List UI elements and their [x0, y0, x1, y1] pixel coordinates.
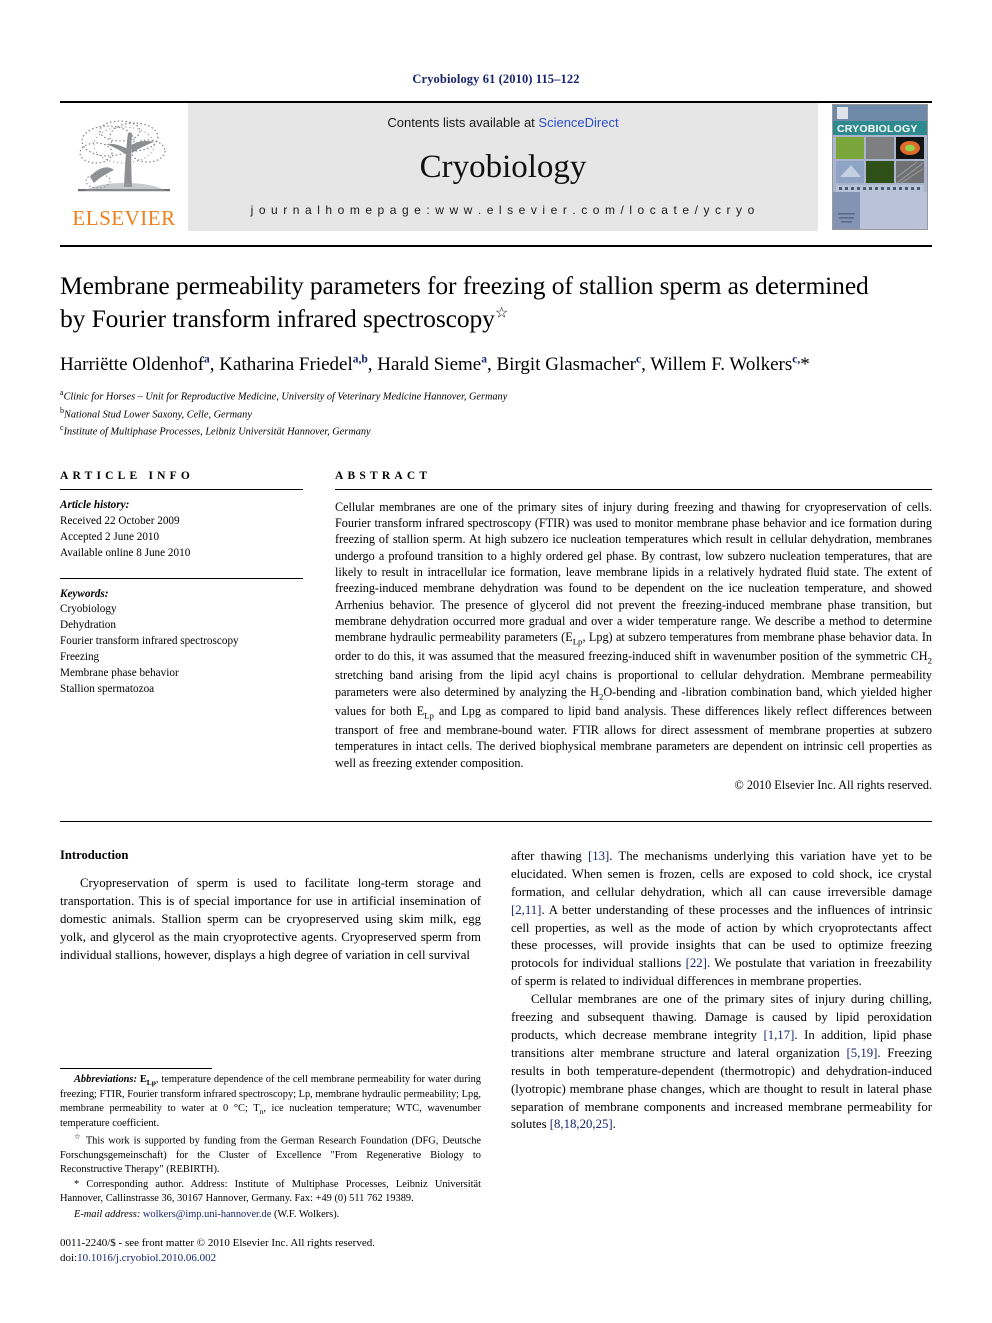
- elsevier-wordmark: ELSEVIER: [72, 206, 176, 230]
- footnote-email: E-mail address: wolkers@imp.uni-hannover…: [60, 1208, 481, 1222]
- body-paragraph: Cryopreservation of sperm is used to fac…: [60, 875, 481, 962]
- keywords-rule: [60, 577, 303, 579]
- article-info-column: ARTICLE INFO Article history: Received 2…: [60, 470, 303, 793]
- cover-artwork: CRYOBIOLOGY: [832, 104, 928, 230]
- abstract-column: ABSTRACT Cellular membranes are one of t…: [335, 470, 932, 793]
- doi-line: doi:10.1016/j.cryobiol.2010.06.002: [60, 1251, 481, 1266]
- footnote-block: Abbreviations: ELp, temperature dependen…: [60, 1067, 481, 1266]
- journal-masthead: ELSEVIER Contents lists available at Sci…: [60, 101, 932, 231]
- footnote-funding: ☆ This work is supported by funding from…: [60, 1132, 481, 1176]
- article-history-block: Article history: Received 22 October 200…: [60, 498, 303, 562]
- masthead-bottom-rule: [60, 245, 932, 247]
- journal-cover-thumbnail: CRYOBIOLOGY: [828, 103, 932, 231]
- affiliation-text: National Stud Lower Saxony, Celle, Germa…: [64, 409, 252, 420]
- abstract-label: ABSTRACT: [335, 469, 432, 482]
- email-label: E-mail address:: [74, 1208, 141, 1220]
- info-abstract-section: ARTICLE INFO Article history: Received 2…: [60, 470, 932, 793]
- abstract-text: Cellular membranes are one of the primar…: [335, 499, 933, 770]
- elsevier-logo: ELSEVIER: [60, 103, 188, 231]
- running-head: Cryobiology 61 (2010) 115–122: [412, 72, 580, 86]
- email-link[interactable]: wolkers@imp.uni-hannover.de: [143, 1209, 271, 1220]
- abstract-rule: [335, 488, 932, 490]
- body-paragraph: Cellular membranes are one of the primar…: [511, 992, 932, 1132]
- body-column-right: after thawing [13]. The mechanisms under…: [511, 848, 932, 1135]
- article-history-item: Available online 8 June 2010: [60, 546, 191, 559]
- article-history-item: Received 22 October 2009: [60, 514, 180, 527]
- svg-text:CRYOBIOLOGY: CRYOBIOLOGY: [837, 123, 918, 135]
- article-title-line-2: by Fourier transform infrared spectrosco…: [60, 304, 495, 334]
- page-title: Membrane permeability parameters for fre…: [60, 269, 932, 335]
- keyword-item: Fourier transform infrared spectroscopy: [60, 635, 239, 648]
- body-paragraph: after thawing [13]. The mechanisms under…: [511, 848, 932, 989]
- keyword-item: Freezing: [60, 651, 100, 664]
- imprint-block: 0011-2240/$ - see front matter © 2010 El…: [60, 1236, 481, 1266]
- journal-homepage-line[interactable]: j o u r n a l h o m e p a g e : w w w . …: [251, 203, 756, 217]
- doi-prefix: doi:: [60, 1251, 78, 1264]
- contents-prefix-text: Contents lists available at: [387, 115, 539, 130]
- affiliation-list: aClinic for Horses – Unit for Reproducti…: [60, 387, 932, 440]
- title-footnote-marker: ☆: [494, 305, 509, 322]
- article-history-heading: Article history:: [60, 498, 130, 511]
- footnote-rule: [60, 1067, 212, 1069]
- section-heading-introduction: Introduction: [60, 847, 129, 862]
- keyword-item: Dehydration: [60, 619, 116, 632]
- keyword-item: Cryobiology: [60, 603, 117, 616]
- email-suffix: (W.F. Wolkers).: [271, 1208, 340, 1220]
- journal-banner: Contents lists available at ScienceDirec…: [188, 103, 818, 231]
- sciencedirect-link[interactable]: ScienceDirect: [538, 115, 618, 130]
- article-info-label: ARTICLE INFO: [60, 469, 195, 482]
- abstract-copyright: © 2010 Elsevier Inc. All rights reserved…: [734, 777, 932, 792]
- affiliation-item: cInstitute of Multiphase Processes, Leib…: [60, 422, 932, 440]
- journal-title: Cryobiology: [419, 149, 587, 185]
- affiliation-item: bNational Stud Lower Saxony, Celle, Germ…: [60, 405, 932, 423]
- keyword-item: Membrane phase behavior: [60, 667, 179, 680]
- keywords-block: Keywords: Cryobiology Dehydration Fourie…: [60, 587, 303, 698]
- affiliation-item: aClinic for Horses – Unit for Reproducti…: [60, 387, 932, 405]
- paper-page: Cryobiology 61 (2010) 115–122 ELSEVIER C…: [0, 0, 992, 1323]
- contents-lists-line: Contents lists available at ScienceDirec…: [387, 115, 618, 130]
- article-title-line-1: Membrane permeability parameters for fre…: [60, 271, 869, 300]
- author-list: Harriëtte Oldenhofa, Katharina Friedela,…: [60, 353, 810, 376]
- body-top-rule: [60, 820, 932, 822]
- elsevier-tree-icon: [68, 115, 180, 207]
- article-info-rule: [60, 488, 303, 490]
- affiliation-text: Clinic for Horses – Unit for Reproductiv…: [63, 391, 508, 403]
- keyword-item: Stallion spermatozoa: [60, 682, 155, 695]
- article-history-item: Accepted 2 June 2010: [60, 530, 160, 543]
- footnote-abbreviations: Abbreviations: ELp, temperature dependen…: [60, 1073, 481, 1130]
- doi-link[interactable]: 10.1016/j.cryobiol.2010.06.002: [77, 1252, 216, 1264]
- footnote-corresponding-author: * Corresponding author. Address: Institu…: [60, 1179, 481, 1205]
- keywords-heading: Keywords:: [60, 587, 109, 600]
- issn-line: 0011-2240/$ - see front matter © 2010 El…: [60, 1236, 375, 1249]
- affiliation-text: Institute of Multiphase Processes, Leibn…: [63, 426, 371, 438]
